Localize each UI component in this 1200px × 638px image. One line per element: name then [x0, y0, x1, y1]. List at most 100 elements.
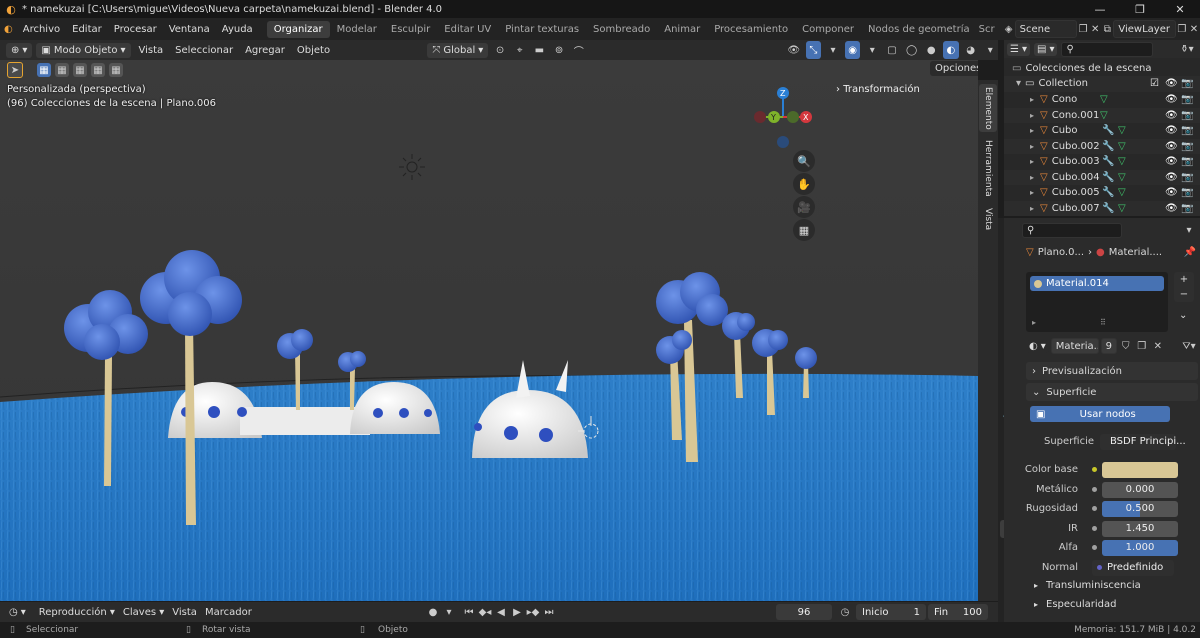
pin-icon[interactable]: 📌	[1184, 247, 1196, 258]
visibility-icon[interactable]: 👁	[786, 41, 802, 59]
mesh-data-icon[interactable]: ▽	[1118, 187, 1126, 198]
eye-icon[interactable]: 👁	[1165, 172, 1178, 183]
base-color-socket-icon[interactable]	[1092, 467, 1097, 472]
shading-wireframe-icon[interactable]: ◯	[904, 41, 920, 59]
material-name-field[interactable]: Materia...	[1050, 338, 1099, 354]
tab-pintar-texturas[interactable]: Pintar texturas	[498, 21, 586, 38]
select-new-icon[interactable]: ▦	[37, 63, 51, 77]
mode-dropdown[interactable]: ▣ Modo Objeto ▾	[36, 42, 131, 58]
pivot-icon[interactable]: ⊙	[492, 41, 508, 59]
camera-icon[interactable]: 📷	[1181, 125, 1193, 136]
list-expand-icon[interactable]: ▸	[1032, 318, 1036, 327]
outliner-item[interactable]: ▸ ▽ Cubo.003 🔧 ▽ 👁 📷	[1004, 154, 1200, 170]
mesh-data-icon[interactable]: ▽	[1100, 94, 1108, 105]
modifier-icon[interactable]: 🔧	[1102, 141, 1114, 152]
surface-section[interactable]: ⌄ Superficie	[1026, 383, 1198, 401]
menu-procesar[interactable]: Procesar	[108, 24, 163, 35]
mesh-data-icon[interactable]: ▽	[1118, 203, 1126, 214]
scene-type-icon[interactable]: ◈	[1003, 20, 1015, 38]
tab-vista[interactable]: Vista	[979, 204, 997, 234]
eye-icon[interactable]: 👁	[1165, 187, 1178, 198]
shading-material-icon[interactable]: ◐	[943, 41, 959, 59]
outliner-item[interactable]: ▸ ▽ Cubo.005 🔧 ▽ 👁 📷	[1004, 185, 1200, 201]
material-users-count[interactable]: 9	[1100, 338, 1117, 354]
shading-solid-icon[interactable]: ●	[923, 41, 939, 59]
properties-options-icon[interactable]: ▾	[1180, 221, 1198, 239]
outliner-item[interactable]: ▸ ▽ Cono.001 ▽ 👁 📷	[1004, 107, 1200, 123]
menu-ventana[interactable]: Ventana	[163, 24, 216, 35]
eye-icon[interactable]: 👁	[1165, 78, 1178, 89]
tab-scripting[interactable]: Scr	[977, 21, 997, 38]
list-resize-handle-icon[interactable]: ⠿	[1100, 318, 1106, 327]
eye-icon[interactable]: 👁	[1165, 156, 1178, 167]
viewlayer-icon[interactable]: ⧉	[1101, 20, 1113, 38]
expand-arrow-icon[interactable]: ▸	[1030, 204, 1034, 213]
menu-editar[interactable]: Editar	[66, 24, 108, 35]
metallic-field[interactable]: 0.000	[1102, 481, 1178, 498]
add-slot-icon[interactable]: +	[1180, 274, 1188, 285]
gizmo-toggle-icon[interactable]: ⤡	[805, 41, 822, 59]
camera-icon[interactable]: 📷	[1181, 203, 1193, 214]
outliner-item[interactable]: ▸ ▽ Cubo.007 🔧 ▽ 👁 📷	[1004, 200, 1200, 216]
material-filter-icon[interactable]: ⛛▾	[1180, 337, 1198, 355]
tab-sombreado[interactable]: Sombreado	[586, 21, 657, 38]
jump-end-icon[interactable]: ⏭	[540, 603, 558, 621]
blender-menu-icon[interactable]: ◐	[4, 24, 13, 35]
3d-viewport[interactable]: Z Y X ➤ ▦ ▦ ▦ ▦ ▦ Personalizada (perspec…	[0, 60, 978, 601]
expand-arrow-icon[interactable]: ▸	[1030, 157, 1034, 166]
start-frame-field[interactable]: Inicio 1	[856, 604, 926, 620]
outliner-item[interactable]: ▸ ▽ Cubo.004 🔧 ▽ 👁 📷	[1004, 169, 1200, 185]
expand-arrow-icon[interactable]: ▾	[1016, 78, 1021, 89]
outliner-collection[interactable]: ▾ ▭ Collection ☑ 👁 📷	[1004, 76, 1200, 92]
camera-icon[interactable]: 📷	[1181, 172, 1193, 183]
ortho-grid-icon[interactable]: ▦	[793, 219, 815, 241]
new-viewlayer-icon[interactable]: ❐	[1176, 20, 1188, 38]
roughness-slider[interactable]: 0.500	[1102, 500, 1178, 517]
pan-hand-icon[interactable]: ✋	[793, 173, 815, 195]
tab-procesamiento[interactable]: Procesamiento	[707, 21, 795, 38]
select-tool-icon[interactable]: ➤	[7, 62, 23, 78]
collection-checkbox-icon[interactable]: ☑	[1150, 78, 1159, 89]
viewlayer-selector[interactable]: ViewLayer	[1113, 20, 1176, 38]
eye-icon[interactable]: 👁	[1165, 125, 1178, 136]
falloff-icon[interactable]: ⌒	[571, 41, 587, 59]
camera-icon[interactable]: 📷	[1181, 94, 1193, 105]
tab-editar-uv[interactable]: Editar UV	[437, 21, 498, 38]
tab-herramienta[interactable]: Herramienta	[979, 138, 997, 198]
camera-icon[interactable]: 📷	[1181, 156, 1193, 167]
snap-icon[interactable]: ⌖	[512, 41, 528, 59]
metallic-socket-icon[interactable]	[1092, 487, 1097, 492]
surface-shader-field[interactable]: BSDF Principi...	[1100, 433, 1186, 450]
timeline-editor-dropdown[interactable]: ◷ ▾	[6, 605, 29, 619]
expand-arrow-icon[interactable]: ▸	[1030, 111, 1034, 120]
expand-arrow-icon[interactable]: ▸	[1030, 188, 1034, 197]
menu-objeto[interactable]: Objeto	[293, 45, 334, 56]
tab-esculpir[interactable]: Esculpir	[384, 21, 437, 38]
menu-vista-timeline[interactable]: Vista	[168, 607, 201, 618]
overlays-toggle-icon[interactable]: ◉	[844, 41, 861, 59]
gizmo-dropdown-icon[interactable]: ▾	[825, 41, 841, 59]
tab-componer[interactable]: Componer	[795, 21, 861, 38]
minimize-button[interactable]: —	[1080, 0, 1120, 18]
ior-field[interactable]: 1.450	[1102, 520, 1178, 537]
eye-icon[interactable]: 👁	[1165, 110, 1178, 121]
close-button[interactable]: ✕	[1160, 0, 1200, 18]
eye-icon[interactable]: 👁	[1165, 141, 1178, 152]
roughness-socket-icon[interactable]	[1092, 506, 1097, 511]
base-color-swatch[interactable]	[1102, 461, 1178, 478]
use-nodes-button[interactable]: ▣ Usar nodos	[1030, 406, 1170, 422]
tab-modelar[interactable]: Modelar	[330, 21, 384, 38]
properties-search-input[interactable]: ⚲	[1022, 222, 1122, 238]
material-slot-item[interactable]: Material.014	[1030, 276, 1164, 291]
zoom-icon[interactable]: 🔍	[793, 150, 815, 172]
select-extend-icon[interactable]: ▦	[55, 63, 69, 77]
select-intersect-icon[interactable]: ▦	[109, 63, 123, 77]
expand-arrow-icon[interactable]: ▸	[1030, 142, 1034, 151]
camera-icon[interactable]: 📷	[1181, 141, 1193, 152]
modifier-icon[interactable]: 🔧	[1102, 187, 1114, 198]
delete-scene-icon[interactable]: ✕	[1089, 20, 1101, 38]
record-options-icon[interactable]: ▾	[440, 603, 458, 621]
alpha-socket-icon[interactable]	[1092, 545, 1097, 550]
modifier-icon[interactable]: 🔧	[1102, 203, 1114, 214]
xray-icon[interactable]: ▢	[884, 41, 900, 59]
